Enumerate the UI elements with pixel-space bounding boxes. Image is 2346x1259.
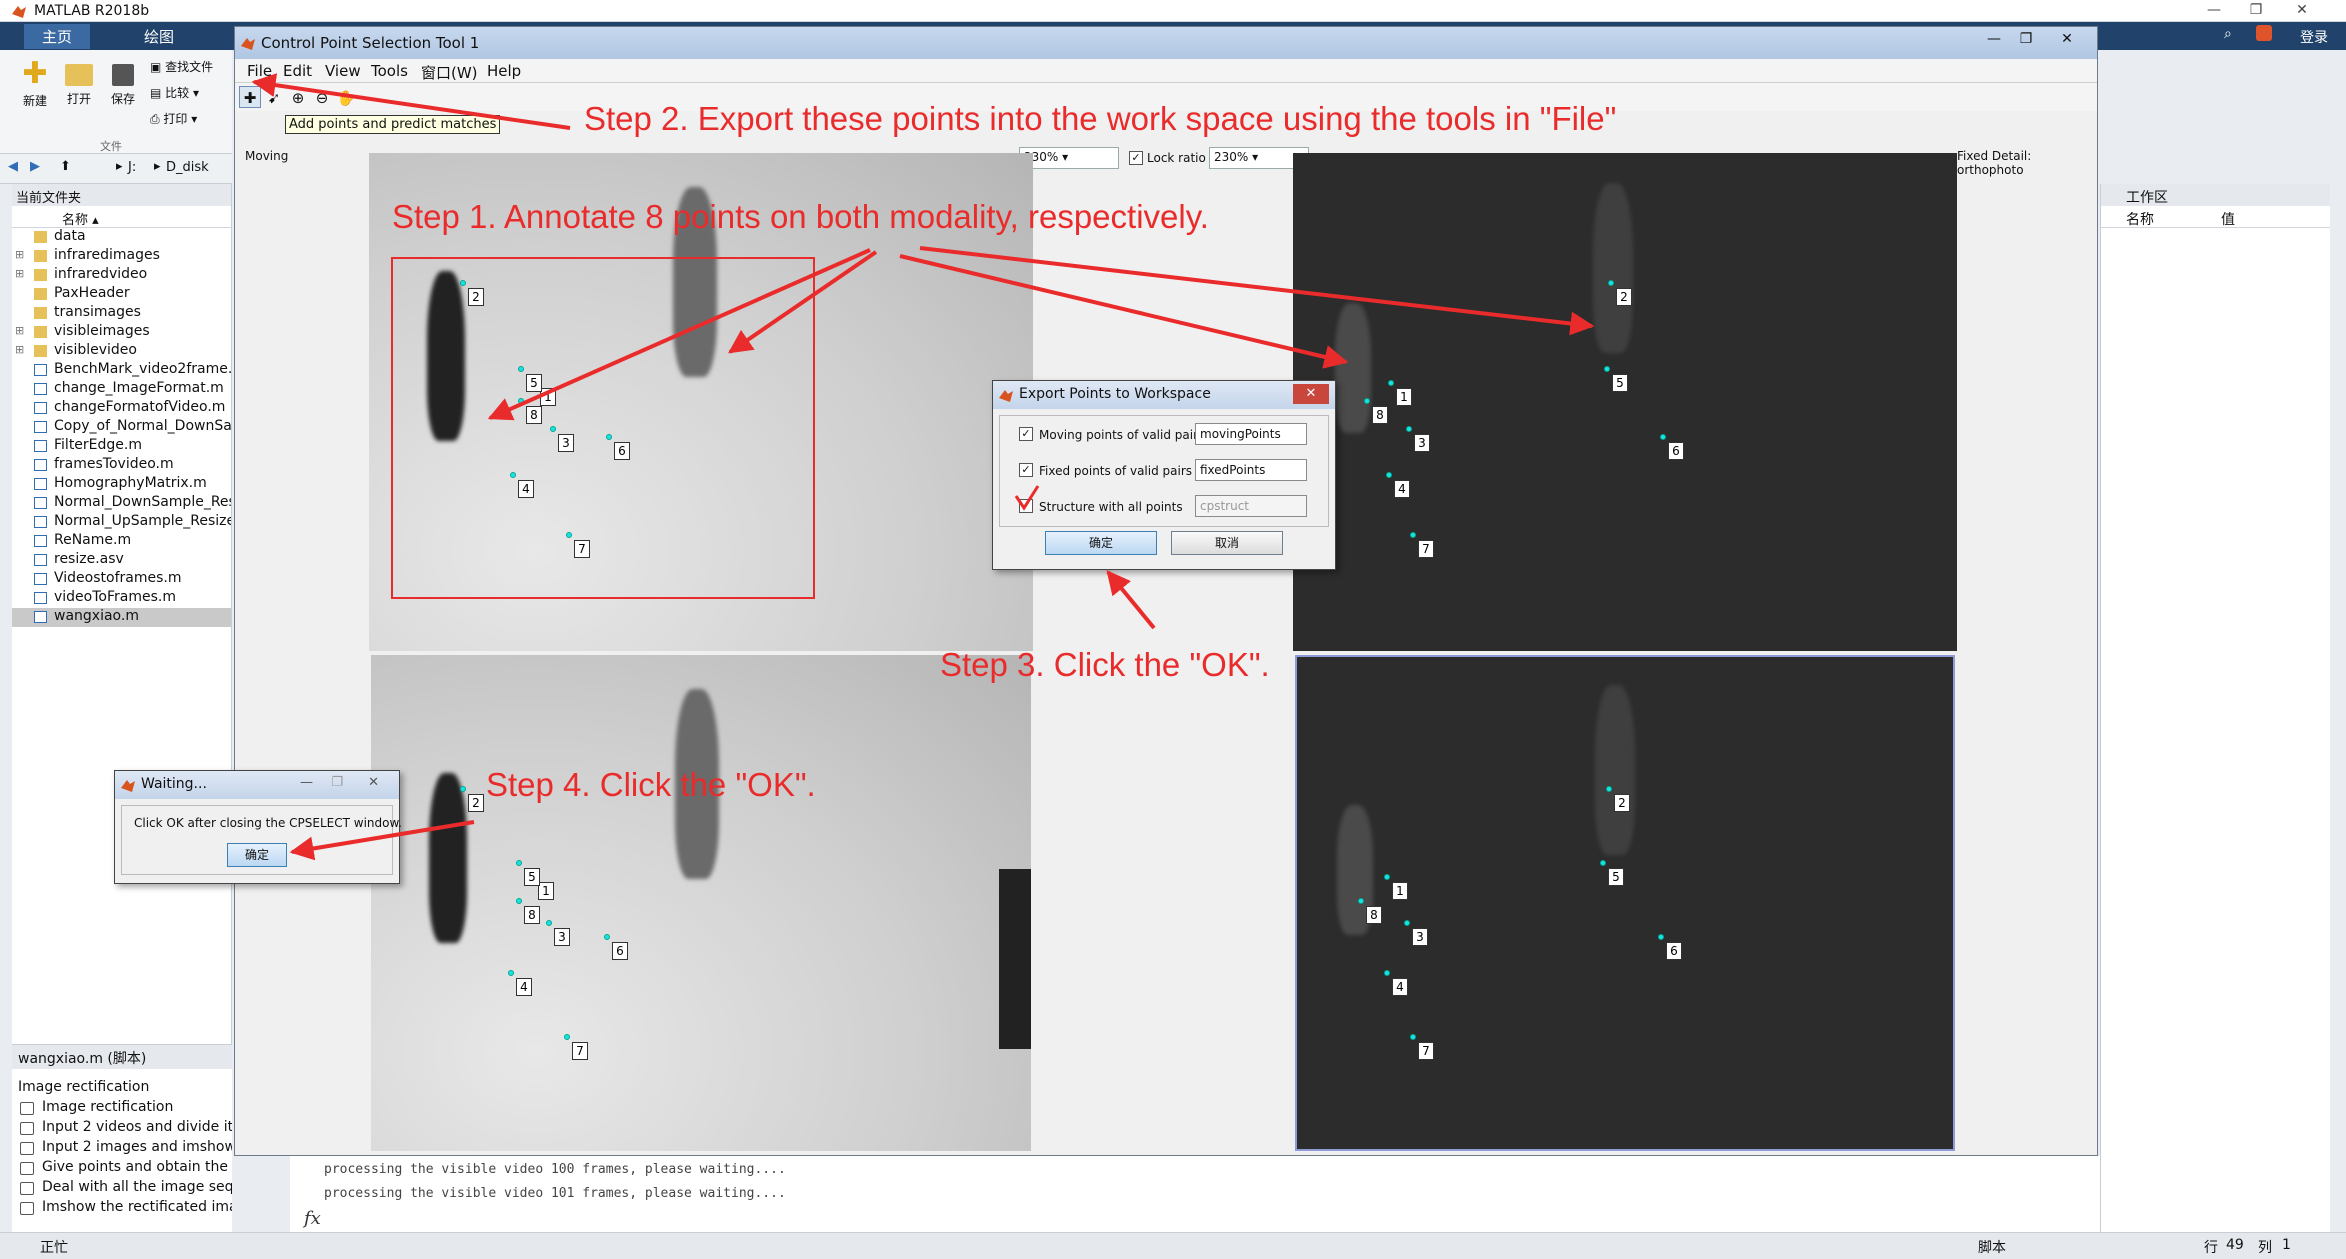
annotation-step1: Step 1. Annotate 8 points on both modali… bbox=[392, 198, 1209, 235]
arrow-to-export-ok bbox=[1106, 570, 1156, 630]
arrow-to-waiting-ok bbox=[289, 820, 475, 861]
annotation-step3: Step 3. Click the "OK". bbox=[940, 646, 1270, 683]
arrow-to-fixed-person-b bbox=[919, 246, 1595, 336]
red-check-mark bbox=[1014, 485, 1040, 511]
annotation-box bbox=[391, 257, 815, 599]
annotation-step4: Step 4. Click the "OK". bbox=[486, 766, 816, 803]
arrow-to-file-menu bbox=[251, 73, 571, 130]
annotation-overlay bbox=[251, 73, 1595, 861]
annotation-step2: Step 2. Export these points into the wor… bbox=[584, 100, 1617, 137]
